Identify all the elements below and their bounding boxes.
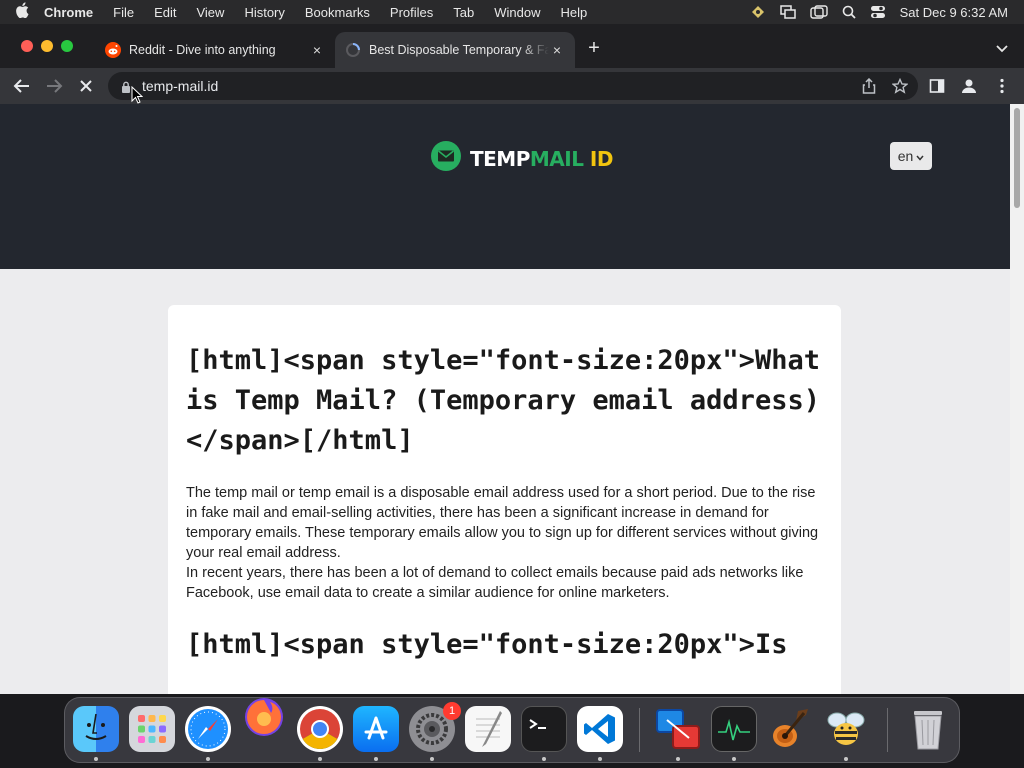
scrollbar-thumb[interactable] (1014, 108, 1020, 208)
profile-icon[interactable] (958, 75, 980, 97)
trash-icon[interactable] (905, 706, 951, 752)
mouse-cursor-icon (131, 85, 144, 109)
page-scrollbar[interactable] (1010, 104, 1024, 694)
menu-help[interactable]: Help (551, 5, 598, 20)
envelope-icon (430, 140, 462, 177)
loading-icon (345, 42, 361, 58)
menu-view[interactable]: View (186, 5, 234, 20)
menu-file[interactable]: File (103, 5, 144, 20)
launchpad-icon[interactable] (129, 706, 175, 752)
logo-wordmark: TEMPMAIL ID (470, 147, 613, 171)
tab-close-button[interactable]: × (549, 42, 565, 58)
app-store-icon[interactable] (353, 706, 399, 752)
spotlight-search-icon[interactable] (842, 5, 856, 19)
system-settings-icon[interactable]: 1 (409, 702, 461, 752)
running-indicator (676, 757, 680, 761)
screen-mirroring-icon[interactable] (779, 5, 796, 19)
running-indicator (206, 757, 210, 761)
running-indicator (542, 757, 546, 761)
chrome-menu-icon[interactable] (991, 75, 1013, 97)
back-button[interactable] (11, 75, 33, 97)
window-maximize-button[interactable] (61, 40, 73, 52)
tab-title: Reddit - Dive into anything (129, 43, 276, 57)
tab-reddit[interactable]: Reddit - Dive into anything × (95, 32, 335, 68)
article-paragraph: The temp mail or temp email is a disposa… (186, 485, 819, 561)
running-indicator (94, 757, 98, 761)
notification-badge: 1 (443, 702, 461, 720)
article-heading: [html]<span style="font-size:20px">What … (186, 345, 820, 456)
terminal-icon[interactable] (521, 706, 567, 752)
menu-window[interactable]: Window (484, 5, 550, 20)
dock-separator (887, 708, 888, 752)
textedit-icon[interactable] (465, 706, 511, 752)
screen-sharing-icon[interactable] (655, 706, 701, 752)
window-minimize-button[interactable] (41, 40, 53, 52)
dock-separator (639, 708, 640, 752)
running-indicator (374, 757, 378, 761)
tab-temp-mail[interactable]: Best Disposable Temporary & Fake Email × (335, 32, 575, 68)
firefox-icon[interactable] (241, 694, 287, 740)
forward-button[interactable] (43, 75, 65, 97)
apple-menu-icon[interactable] (0, 2, 44, 22)
menu-app-name[interactable]: Chrome (44, 5, 103, 20)
tab-close-button[interactable]: × (309, 42, 325, 58)
url-text[interactable]: temp-mail.id (142, 78, 218, 94)
share-icon[interactable] (862, 77, 876, 99)
menu-history[interactable]: History (234, 5, 294, 20)
running-indicator (318, 757, 322, 761)
reddit-icon (105, 42, 121, 58)
dock: 1 (64, 697, 960, 763)
address-bar[interactable]: temp-mail.id (108, 72, 918, 100)
bee-app-icon[interactable] (823, 706, 869, 752)
safari-icon[interactable] (185, 706, 231, 752)
chevron-down-icon (916, 148, 924, 164)
bookmark-star-icon[interactable] (891, 77, 909, 99)
control-center-icon[interactable] (870, 5, 886, 19)
article-card: [html]<span style="font-size:20px">What … (168, 305, 841, 694)
article-heading: [html]<span style="font-size:20px">Is (186, 629, 788, 660)
chrome-icon[interactable] (297, 706, 343, 752)
language-selector[interactable]: en (890, 142, 932, 170)
logo-text-id: ID (583, 146, 614, 171)
logo-text-temp: TEMP (470, 146, 530, 171)
menu-edit[interactable]: Edit (144, 5, 186, 20)
tab-strip: Reddit - Dive into anything × Best Dispo… (0, 24, 1024, 68)
article-paragraph: In recent years, there has been a lot of… (186, 565, 804, 601)
running-indicator (732, 757, 736, 761)
menu-bar: Chrome File Edit View History Bookmarks … (0, 0, 1024, 24)
site-header: TEMPMAIL ID en (0, 104, 1010, 269)
window-manager-icon[interactable] (809, 5, 828, 19)
activity-monitor-icon[interactable] (711, 706, 757, 752)
status-app-icon[interactable] (750, 5, 766, 19)
vscode-icon[interactable] (577, 706, 623, 752)
stop-loading-button[interactable] (75, 75, 97, 97)
language-value: en (897, 148, 914, 164)
menu-tab[interactable]: Tab (443, 5, 484, 20)
window-close-button[interactable] (21, 40, 33, 52)
running-indicator (844, 757, 848, 761)
finder-icon[interactable] (73, 706, 119, 752)
site-logo[interactable]: TEMPMAIL ID (430, 140, 613, 177)
logo-text-mail: MAIL (529, 146, 584, 171)
menu-profiles[interactable]: Profiles (380, 5, 443, 20)
new-tab-button[interactable]: + (584, 38, 604, 58)
menu-bookmarks[interactable]: Bookmarks (295, 5, 380, 20)
menu-clock[interactable]: Sat Dec 9 6:32 AM (900, 5, 1008, 20)
running-indicator (430, 757, 434, 761)
side-panel-icon[interactable] (926, 75, 948, 97)
page-viewport: TEMPMAIL ID en [html]<span style="font-s… (0, 104, 1010, 694)
garageband-icon[interactable] (767, 706, 813, 752)
browser-toolbar: temp-mail.id (0, 68, 1024, 104)
tab-search-chevron-icon[interactable] (994, 40, 1010, 56)
tab-title: Best Disposable Temporary & Fake Email (369, 43, 549, 57)
running-indicator (598, 757, 602, 761)
